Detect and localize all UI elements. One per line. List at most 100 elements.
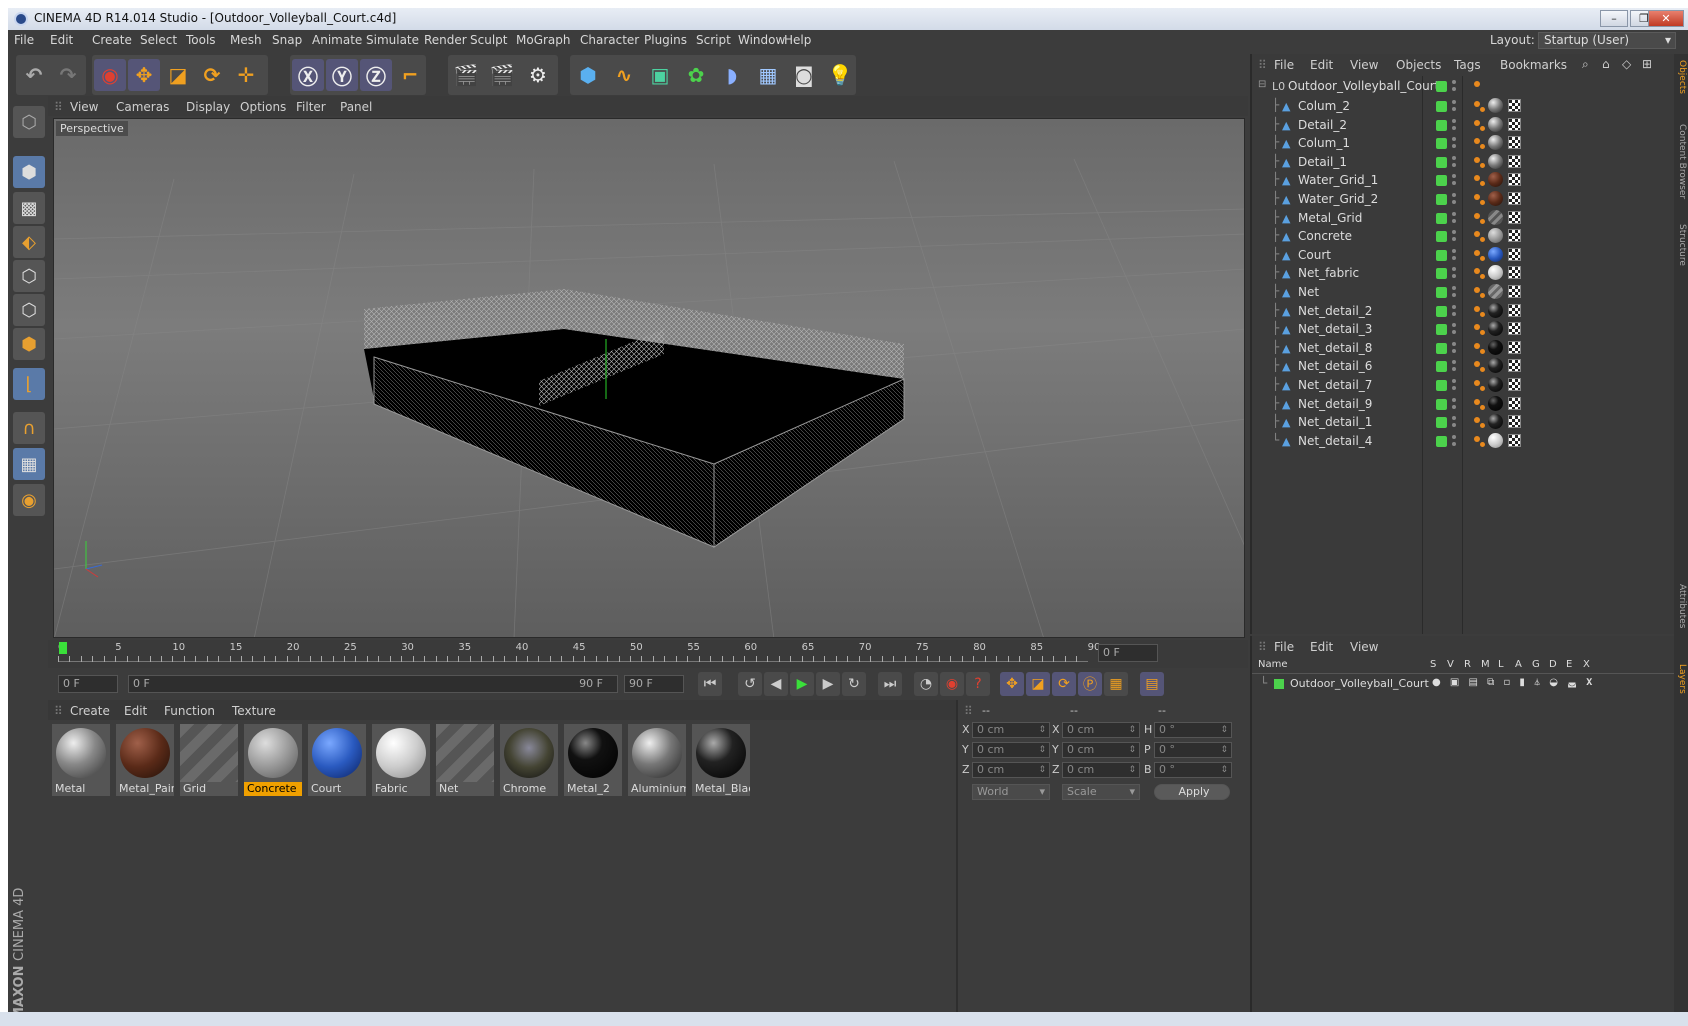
object-row-root[interactable]: ⊟ L0 Outdoor_Volleyball_Court: [1252, 76, 1676, 96]
object-row[interactable]: ├ ▲ Court: [1252, 245, 1676, 265]
visibility-toggle[interactable]: [1436, 342, 1447, 354]
x-axis-icon[interactable]: Ⓧ: [292, 59, 324, 91]
live-selection-icon[interactable]: ◉: [94, 59, 126, 91]
menu-edit[interactable]: Edit: [50, 33, 73, 47]
uvw-tag-icon[interactable]: [1508, 210, 1521, 224]
key-scale-icon[interactable]: ◪: [1026, 672, 1050, 696]
side-tab-attributes[interactable]: Attributes: [1675, 584, 1687, 628]
prev-frame-icon[interactable]: ◀: [764, 672, 788, 696]
object-row[interactable]: ├ ▲ Colum_1: [1252, 133, 1676, 153]
layer-color-swatch[interactable]: [1274, 679, 1284, 689]
stepper-icon[interactable]: ⇕: [1220, 763, 1228, 777]
material-tag-icon[interactable]: [1488, 98, 1503, 113]
deformer-icon[interactable]: ◗: [716, 59, 748, 91]
menu-plugins[interactable]: Plugins: [644, 33, 687, 47]
texture-mode-icon[interactable]: ▩: [13, 192, 45, 224]
material-tag-icon[interactable]: [1488, 414, 1503, 430]
go-to-start-icon[interactable]: ⏮: [698, 672, 722, 696]
uvw-tag-icon[interactable]: [1508, 396, 1521, 410]
editor-visibility-dot[interactable]: [1452, 434, 1456, 439]
material-tag-icon[interactable]: [1488, 339, 1503, 355]
uvw-tag-icon[interactable]: [1508, 173, 1521, 187]
snap-magnet-icon[interactable]: ∩: [13, 412, 45, 444]
uvw-tag-icon[interactable]: [1508, 136, 1521, 150]
render-visibility-dot[interactable]: [1452, 162, 1456, 167]
menu-script[interactable]: Script: [696, 33, 731, 47]
object-row[interactable]: ├ ▲ Detail_2: [1252, 115, 1676, 135]
editor-visibility-dot[interactable]: [1452, 267, 1456, 272]
render-visibility-dot[interactable]: [1452, 200, 1456, 204]
material-swatch[interactable]: Metal: [52, 724, 110, 796]
layer-column-l[interactable]: L: [1498, 659, 1504, 670]
layer-column-v[interactable]: V: [1447, 659, 1454, 670]
render-visibility-dot[interactable]: [1452, 125, 1456, 130]
render-visibility-dot[interactable]: [1452, 107, 1456, 111]
points-mode-icon[interactable]: ⬡: [13, 260, 45, 292]
timeline-ruler[interactable]: 051015202530354045505560657075808590 0 F: [48, 640, 1248, 670]
visibility-toggle[interactable]: [1436, 231, 1447, 243]
layer-row[interactable]: └ Outdoor_Volleyball_Court ● ▣ ▤ ⧉ ▫ ▮ ⏃…: [1252, 676, 1676, 692]
perspective-viewport[interactable]: Perspective ✥ ⇕ ⟳ ▭: [53, 118, 1245, 638]
phong-tag-icon[interactable]: [1480, 348, 1485, 354]
phong-tag-icon[interactable]: [1474, 435, 1480, 442]
render-visibility-dot[interactable]: [1452, 255, 1456, 260]
uvw-tag-icon[interactable]: [1508, 117, 1521, 131]
next-frame-icon[interactable]: ▶: [816, 672, 840, 696]
camera-icon[interactable]: ◙: [788, 59, 820, 91]
key-position-icon[interactable]: ✥: [1000, 672, 1024, 696]
viewport-menu-options[interactable]: Options: [240, 100, 286, 114]
editor-visibility-dot[interactable]: [1452, 304, 1456, 309]
render-view-icon[interactable]: 🎬: [450, 59, 482, 91]
editor-visibility-dot[interactable]: [1452, 416, 1456, 421]
editor-visibility-dot[interactable]: [1452, 174, 1456, 179]
object-menu-file[interactable]: File: [1274, 58, 1294, 72]
object-row[interactable]: ├ ▲ Water_Grid_1: [1252, 170, 1676, 190]
menu-tools[interactable]: Tools: [186, 33, 216, 47]
object-menu-objects[interactable]: Objects: [1396, 58, 1441, 72]
layer-column-r[interactable]: R: [1464, 659, 1471, 670]
phong-tag-icon[interactable]: [1480, 218, 1485, 224]
model-mode-icon[interactable]: ⬢: [13, 156, 45, 188]
key-parameter-icon[interactable]: Ⓟ: [1078, 672, 1102, 696]
object-row[interactable]: ├ ▲ Net_detail_1: [1252, 412, 1676, 432]
layer-column-s[interactable]: S: [1430, 659, 1436, 670]
uvw-tag-icon[interactable]: [1508, 285, 1521, 298]
phong-tag-icon[interactable]: [1474, 231, 1480, 238]
frame-range-slider[interactable]: 0 F 90 F: [128, 675, 618, 693]
make-editable-icon[interactable]: ⬡: [13, 106, 45, 138]
end-frame-field[interactable]: 90 F: [624, 675, 684, 693]
render-picture-viewer-icon[interactable]: 🎬: [486, 59, 518, 91]
layer-column-g[interactable]: G: [1532, 659, 1540, 670]
editor-visibility-dot[interactable]: [1452, 137, 1456, 142]
redo-icon[interactable]: ↷: [52, 59, 84, 91]
object-row[interactable]: ├ ▲ Net_detail_9: [1252, 394, 1676, 414]
minimize-button[interactable]: –: [1600, 10, 1628, 27]
material-tag-icon[interactable]: [1488, 284, 1503, 299]
phong-tag-icon[interactable]: [1480, 107, 1485, 112]
z-axis-icon[interactable]: Ⓩ: [360, 59, 392, 91]
material-menu-function[interactable]: Function: [164, 704, 215, 718]
autokey-icon[interactable]: ◉: [940, 672, 964, 696]
visibility-toggle[interactable]: [1436, 435, 1447, 447]
coordinate-type-select[interactable]: Scale ▾: [1062, 784, 1140, 800]
material-swatch[interactable]: Fabric: [372, 724, 430, 796]
material-swatch[interactable]: Chrome: [500, 724, 558, 796]
axis-mode-icon[interactable]: ⌊: [13, 368, 45, 400]
editor-visibility-dot[interactable]: [1452, 155, 1456, 160]
coord-field[interactable]: 0 cm ⇕: [1062, 722, 1140, 738]
visibility-toggle[interactable]: [1436, 175, 1447, 187]
stepper-icon[interactable]: ⇕: [1220, 723, 1228, 737]
uvw-tag-icon[interactable]: [1508, 322, 1521, 336]
material-tag-icon[interactable]: [1488, 209, 1503, 225]
visibility-toggle[interactable]: [1436, 156, 1447, 168]
rotate-tool-icon[interactable]: ⟳: [196, 59, 228, 91]
render-visibility-dot[interactable]: [1452, 274, 1456, 279]
phong-tag-icon[interactable]: [1474, 156, 1480, 163]
uvw-tag-icon[interactable]: [1508, 192, 1521, 205]
y-axis-icon[interactable]: Ⓨ: [326, 59, 358, 91]
menu-help[interactable]: Help: [784, 33, 811, 47]
material-swatch[interactable]: Aluminium: [628, 724, 686, 796]
viewport-menu-view[interactable]: View: [70, 100, 98, 114]
material-swatch[interactable]: Metal_Blac: [692, 724, 750, 796]
phong-tag-icon[interactable]: [1474, 417, 1480, 424]
